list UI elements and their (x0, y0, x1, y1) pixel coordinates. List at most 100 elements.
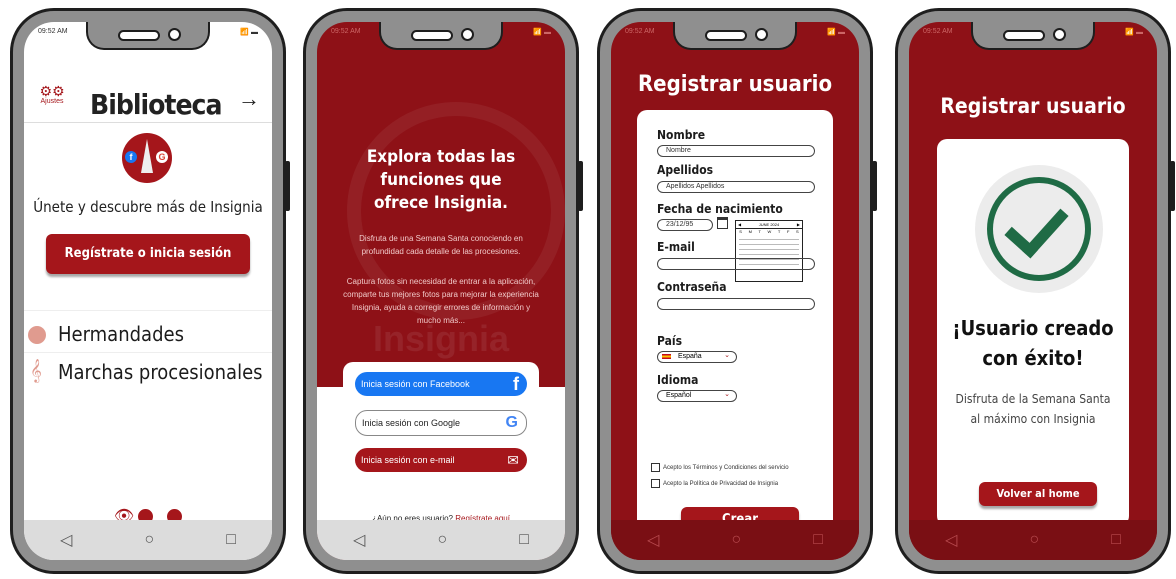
android-navbar: ◁ ○ □ (317, 520, 565, 560)
calendar-month: JUNE 2024 (758, 222, 780, 227)
status-time: 09:52 AM (38, 28, 68, 35)
spain-flag-icon (662, 353, 671, 359)
weekday-label: F (786, 229, 790, 234)
google-login-button[interactable]: Inicia sesión con Google G (355, 410, 527, 436)
country-select[interactable]: España ⌄ (657, 351, 737, 363)
google-icon: G (505, 414, 518, 431)
apellidos-input[interactable]: Apellidos Apellidos (657, 181, 815, 193)
weekday-label: S (796, 229, 799, 234)
section-divider (24, 310, 272, 311)
header-divider (24, 122, 272, 123)
side-button (1170, 161, 1175, 211)
home-icon[interactable]: ○ (144, 531, 154, 549)
nombre-label: Nombre (657, 128, 706, 142)
date-picker-header: ◀ JUNE 2024 ▶ (736, 221, 802, 229)
recents-icon[interactable]: □ (519, 531, 529, 549)
checkmark-icon (1004, 192, 1069, 259)
recents-icon[interactable]: □ (1111, 531, 1121, 549)
menu-label: Marchas procesionales (58, 360, 263, 384)
onboarding-heading: Explora todas las funciones que ofrece I… (366, 147, 516, 213)
nombre-input[interactable]: Nombre (657, 145, 815, 157)
terms-checkbox[interactable]: Acepto los Términos y Condiciones del se… (651, 463, 789, 472)
prev-month-icon[interactable]: ◀ (738, 222, 741, 227)
register-screen: 09:52 AM 📶 ▬ Registrar usuario Nombre No… (611, 22, 859, 560)
side-button (872, 161, 877, 211)
insignia-logo: f G (122, 133, 172, 183)
chevron-down-icon: ⌄ (724, 352, 730, 359)
recents-icon[interactable]: □ (813, 531, 823, 549)
next-month-icon[interactable]: ▶ (797, 222, 800, 227)
candle-icon (141, 139, 153, 173)
birthdate-input[interactable]: 23/12/95 (657, 219, 713, 231)
privacy-checkbox[interactable]: Acepto la Política de Privacidad de Insi… (651, 479, 778, 488)
email-input[interactable] (657, 258, 815, 270)
phone-frame-1: 09:52 AM 📶 ▬ ⚙⚙ Ajustes Biblioteca → f G… (10, 8, 290, 574)
arrow-right-icon[interactable]: → (238, 86, 260, 112)
home-icon[interactable]: ○ (437, 531, 447, 549)
google-icon: G (156, 151, 168, 163)
onboarding-paragraph-1: Disfruta de una Semana Santa conociendo … (359, 234, 523, 256)
weekday-row: S M T W T F S (736, 229, 802, 234)
phone-frame-3: 09:52 AM 📶 ▬ Registrar usuario Nombre No… (597, 8, 877, 574)
country-value: España (677, 353, 702, 360)
back-icon[interactable]: ◁ (647, 530, 659, 550)
page-title: Biblioteca (90, 88, 222, 121)
calendar-icon[interactable] (717, 217, 728, 229)
register-login-button[interactable]: Regístrate o inicia sesión (46, 234, 250, 274)
back-icon[interactable]: ◁ (945, 530, 957, 550)
back-icon[interactable]: ◁ (353, 530, 365, 550)
checkbox-box[interactable] (651, 463, 660, 472)
weekday-label: S (739, 229, 742, 234)
status-icons: 📶 ▬ (533, 29, 551, 36)
back-icon[interactable]: ◁ (60, 530, 72, 550)
facebook-icon: f (513, 374, 519, 394)
facebook-login-label: Inicia sesión con Facebook (361, 379, 470, 389)
status-icons: 📶 ▬ (1125, 29, 1143, 36)
language-value: Español (666, 392, 692, 399)
success-message: Disfruta de la Semana Santa al máximo co… (955, 392, 1111, 426)
library-screen: 09:52 AM 📶 ▬ ⚙⚙ Ajustes Biblioteca → f G… (24, 22, 272, 560)
menu-label: Hermandades (58, 322, 184, 346)
google-login-label: Inicia sesión con Google (362, 418, 461, 428)
music-note-icon: 𝄞 (30, 360, 42, 382)
notch (379, 22, 503, 50)
register-form-card: Nombre Nombre Apellidos Apellidos Apelli… (637, 110, 833, 542)
language-label: Idioma (657, 373, 699, 387)
android-navbar: ◁ ○ □ (24, 520, 272, 560)
back-home-button[interactable]: Volver al home (979, 482, 1097, 506)
email-login-button[interactable]: Inicia sesión con e-mail ✉ (355, 448, 527, 472)
tagline: Únete y descubre más de Insignia (33, 198, 263, 216)
success-card: ¡Usuario creado con éxito! Disfruta de l… (937, 139, 1129, 526)
android-navbar: ◁ ○ □ (611, 520, 859, 560)
password-label: Contraseña (657, 280, 727, 294)
check-circle-icon (987, 177, 1091, 281)
home-icon[interactable]: ○ (731, 531, 741, 549)
notch (673, 22, 797, 50)
settings-button[interactable]: ⚙⚙ Ajustes (34, 84, 70, 105)
date-picker[interactable]: ◀ JUNE 2024 ▶ S M T W T F S (735, 220, 803, 282)
home-icon[interactable]: ○ (1029, 531, 1039, 549)
email-login-label: Inicia sesión con e-mail (361, 455, 455, 465)
language-select[interactable]: Español ⌄ (657, 390, 737, 402)
recents-icon[interactable]: □ (226, 531, 236, 549)
privacy-label: Acepto la Política de Privacidad de Insi… (663, 480, 779, 487)
password-input[interactable] (657, 298, 815, 310)
insignia-watermark: Insignia (372, 318, 510, 359)
side-button (578, 161, 583, 211)
status-time: 09:52 AM (923, 28, 953, 35)
notch (86, 22, 210, 50)
terms-label: Acepto los Términos y Condiciones del se… (663, 464, 789, 471)
checkbox-box[interactable] (651, 479, 660, 488)
page-title: Registrar usuario (940, 94, 1126, 118)
envelope-icon: ✉ (507, 452, 519, 468)
chevron-down-icon: ⌄ (724, 391, 730, 398)
notch (971, 22, 1095, 50)
settings-label: Ajustes (40, 98, 64, 105)
phone-frame-4: 09:52 AM 📶 ▬ Registrar usuario ¡Usuario … (895, 8, 1175, 574)
side-button (285, 161, 290, 211)
android-navbar: ◁ ○ □ (909, 520, 1157, 560)
facebook-login-button[interactable]: Inicia sesión con Facebook f (355, 372, 527, 396)
weekday-label: M (748, 229, 752, 234)
onboarding-screen: 09:52 AM 📶 ▬ Explora todas las funciones… (317, 22, 565, 560)
weekday-label: W (767, 229, 772, 234)
